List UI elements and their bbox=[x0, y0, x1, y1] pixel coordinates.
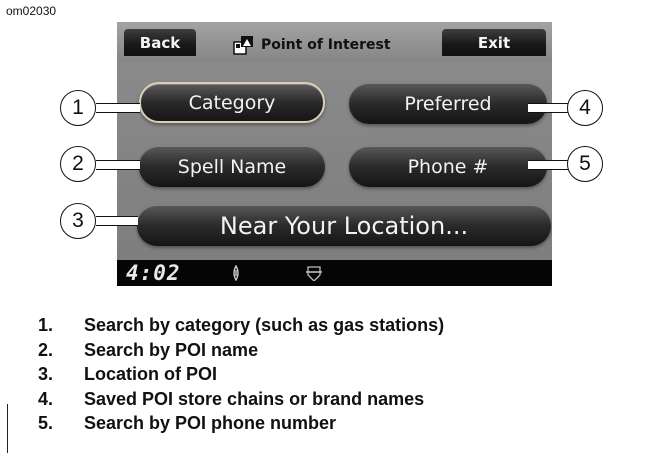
audio-icon bbox=[233, 265, 239, 281]
callout-3: 3 bbox=[60, 203, 96, 239]
legend-number: 1. bbox=[38, 315, 54, 335]
screen-title: Point of Interest bbox=[233, 33, 391, 57]
legend-number: 5. bbox=[38, 413, 54, 433]
back-button[interactable]: Back bbox=[124, 29, 196, 56]
near-your-location-button[interactable]: Near Your Location... bbox=[137, 205, 551, 246]
poi-map-icon bbox=[233, 36, 253, 55]
title-bar: Back Point of Interest Exit bbox=[117, 22, 552, 62]
exit-button[interactable]: Exit bbox=[442, 29, 546, 56]
margin-rule bbox=[7, 404, 8, 453]
callout-5: 5 bbox=[567, 146, 603, 182]
legend-text: Search by POI name bbox=[84, 339, 259, 360]
legend-text: Location of POI bbox=[84, 364, 217, 384]
callout-leader-1 bbox=[96, 103, 140, 113]
callout-leader-5 bbox=[528, 160, 568, 170]
callout-leader-2 bbox=[96, 160, 140, 170]
navigation-screen: Back Point of Interest Exit Category Pre… bbox=[117, 22, 552, 286]
callout-1: 1 bbox=[60, 90, 96, 126]
clock-display: 4:02 bbox=[126, 261, 181, 285]
legend-item: 1. Search by category (such as gas statio… bbox=[38, 313, 444, 338]
category-button[interactable]: Category bbox=[139, 82, 325, 123]
legend-list: 1. Search by category (such as gas statio… bbox=[38, 313, 444, 436]
brand-shield-icon bbox=[306, 266, 322, 281]
callout-4: 4 bbox=[567, 90, 603, 126]
legend-number: 2. bbox=[38, 339, 54, 360]
preferred-button[interactable]: Preferred bbox=[349, 83, 547, 124]
legend-text: Saved POI store chains or brand names bbox=[84, 388, 425, 409]
status-bar: 4:02 bbox=[117, 260, 552, 286]
screen-title-text: Point of Interest bbox=[261, 37, 391, 53]
callout-leader-4 bbox=[528, 103, 568, 113]
legend-text: Search by POI phone number bbox=[84, 413, 337, 433]
phone-number-button[interactable]: Phone # bbox=[349, 146, 547, 187]
legend-number: 4. bbox=[38, 388, 54, 409]
legend-item: 5. Search by POI phone number bbox=[38, 411, 444, 436]
spell-name-button[interactable]: Spell Name bbox=[139, 146, 325, 187]
callout-2: 2 bbox=[60, 146, 96, 182]
figure-id-label: om02030 bbox=[6, 4, 57, 18]
legend-number: 3. bbox=[38, 364, 54, 384]
legend-text: Search by category (such as gas stations… bbox=[84, 315, 445, 335]
legend-item: 4. Saved POI store chains or brand names bbox=[38, 387, 444, 412]
callout-leader-3 bbox=[96, 216, 138, 226]
legend-item: 3. Location of POI bbox=[38, 362, 444, 387]
legend-item: 2. Search by POI name bbox=[38, 338, 444, 363]
